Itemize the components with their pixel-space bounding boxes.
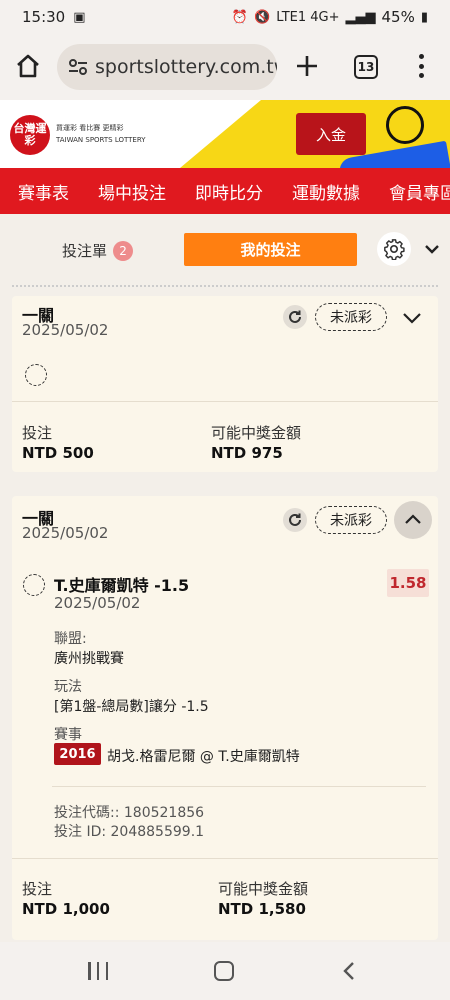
bet-card: 一關 2025/05/02 未派彩 T.史庫爾凱特 -1.5 2025/05/0… [12, 496, 438, 940]
deposit-button[interactable]: 入金 [296, 113, 366, 155]
selection-name: T.史庫爾凱特 -1.5 [54, 576, 190, 595]
home-icon[interactable] [14, 52, 42, 80]
logo-slogan: 買運彩 看比賽 更精彩 [56, 124, 124, 132]
selection-indicator [23, 574, 45, 596]
refresh-icon [289, 310, 301, 323]
nav-item-live-betting[interactable]: 場中投注 [98, 179, 166, 204]
payout-value: NTD 1,580 [218, 900, 306, 918]
recents-icon[interactable] [88, 962, 108, 980]
divider [12, 858, 438, 859]
new-tab-icon[interactable] [294, 53, 320, 79]
selection-indicator [25, 364, 47, 386]
bet-date: 2025/05/02 [22, 321, 109, 339]
bet-card: 一關 2025/05/02 未派彩 投注 NTD 500 可能中獎金額 NTD … [12, 296, 438, 472]
bet-date: 2025/05/02 [22, 524, 109, 542]
status-time: 15:30 [22, 8, 66, 26]
address-bar[interactable]: sportslottery.com.tw [57, 44, 277, 90]
more-options-icon[interactable] [412, 52, 430, 80]
league-value: 廣州挑戰賽 [54, 651, 124, 667]
stake-label: 投注 [22, 880, 53, 898]
status-badge: 未派彩 [315, 303, 387, 331]
tab-betslip-label: 投注單 [62, 242, 108, 260]
status-badge: 未派彩 [315, 506, 387, 534]
home-nav-icon[interactable] [214, 961, 234, 981]
payout-label: 可能中獎金額 [218, 880, 309, 898]
site-settings-icon[interactable] [67, 56, 89, 78]
refresh-button[interactable] [283, 508, 307, 532]
event-label: 賽事 [54, 727, 82, 743]
nav-item-schedule[interactable]: 賽事表 [18, 179, 69, 204]
settings-button[interactable] [377, 232, 411, 266]
signal-icon: ▂▄▆ [345, 9, 376, 25]
betslip-count-badge: 2 [113, 240, 134, 261]
main-nav: 賽事表 場中投注 即時比分 運動數據 會員專區 [0, 168, 450, 214]
network-label: LTE1 4G+ [276, 9, 340, 25]
event-year-badge: 2016 [54, 743, 101, 765]
logo-text: 台灣運彩 [13, 121, 47, 147]
divider [12, 285, 438, 287]
site-logo[interactable]: 台灣運彩 [10, 115, 50, 155]
bet-id: 投注 ID: 204885599.1 [54, 824, 205, 840]
expand-chevron-icon[interactable] [401, 307, 423, 329]
alarm-icon: ⏰ [231, 9, 249, 25]
battery-icon: ▮ [420, 9, 428, 25]
tab-my-bets[interactable]: 我的投注 [184, 233, 357, 266]
refresh-button[interactable] [283, 305, 307, 329]
logo-english: TAIWAN SPORTS LOTTERY [56, 136, 146, 144]
stake-label: 投注 [22, 424, 53, 442]
selection-date: 2025/05/02 [54, 594, 141, 612]
stake-value: NTD 500 [22, 444, 94, 462]
event-match: 胡戈.格雷尼爾 @ T.史庫爾凱特 [107, 749, 300, 765]
tab-betslip[interactable]: 投注單 2 [62, 240, 134, 261]
payout-label: 可能中獎金額 [211, 424, 302, 442]
market-value: [第1盤-總局數]讓分 -1.5 [54, 699, 209, 715]
tab-switcher-button[interactable]: 13 [354, 55, 378, 79]
stake-value: NTD 1,000 [22, 900, 110, 918]
collapse-button[interactable] [394, 501, 432, 539]
status-bar: 15:30 ▣ ⏰ 🔇 LTE1 4G+ ▂▄▆ 45% ▮ [0, 0, 450, 34]
betslip-tabs: 投注單 2 我的投注 [0, 224, 450, 280]
battery-level: 45% [381, 8, 415, 26]
browser-toolbar: sportslottery.com.tw 13 [0, 34, 450, 100]
back-icon[interactable] [340, 960, 358, 982]
nav-item-sports-data[interactable]: 運動數據 [292, 179, 360, 204]
odds-badge: 1.58 [387, 569, 429, 597]
league-label: 聯盟: [54, 631, 87, 647]
nav-item-live-score[interactable]: 即時比分 [195, 179, 263, 204]
url-text: sportslottery.com.tw [95, 56, 277, 78]
notification-icon: ▣ [73, 9, 86, 25]
nav-item-member[interactable]: 會員專區 [389, 179, 450, 204]
divider [52, 786, 426, 787]
collapse-chevron-icon[interactable] [423, 240, 441, 258]
bet-code: 投注代碼:: 180521856 [54, 805, 205, 821]
market-label: 玩法 [54, 679, 82, 695]
account-icon[interactable] [386, 106, 424, 144]
logo-tagline: 買運彩 看比賽 更精彩 TAIWAN SPORTS LOTTERY [56, 122, 146, 146]
system-nav-bar [0, 942, 450, 1000]
payout-value: NTD 975 [211, 444, 283, 462]
divider [12, 401, 438, 402]
refresh-icon [289, 513, 301, 526]
gear-icon [384, 239, 405, 260]
mute-icon: 🔇 [254, 9, 271, 25]
status-right: ⏰ 🔇 LTE1 4G+ ▂▄▆ 45% ▮ [232, 8, 428, 26]
chevron-up-icon [405, 514, 421, 524]
